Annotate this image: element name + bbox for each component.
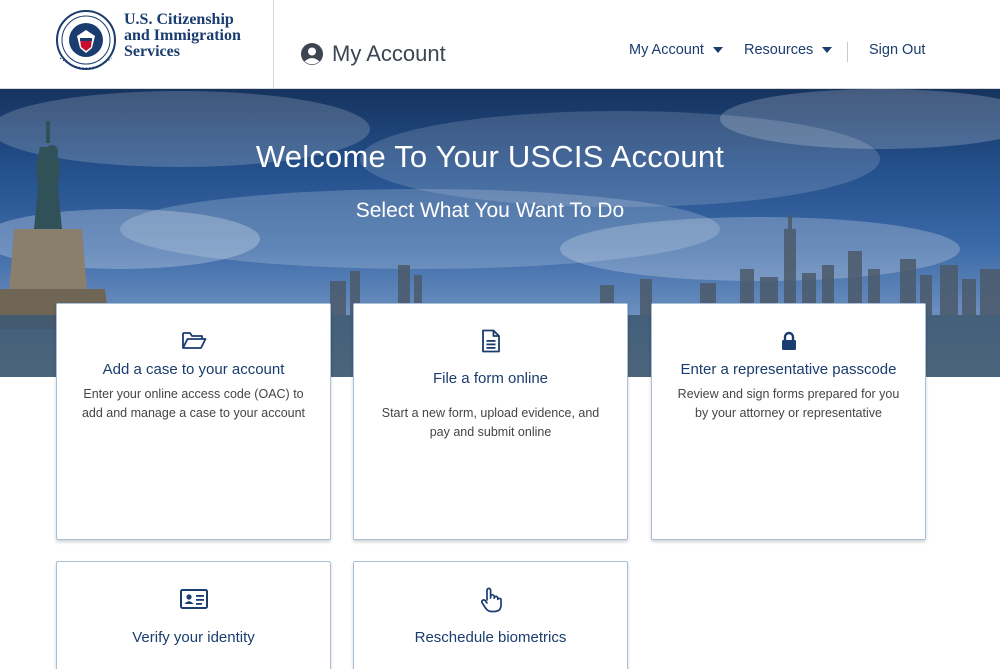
agency-name-line1: U.S. Citizenship: [124, 11, 234, 28]
card-title: Add a case to your account: [102, 361, 285, 378]
card-description: Enter your online access code (OAC) to a…: [81, 387, 306, 420]
document-icon: [481, 329, 500, 353]
dhs-seal-icon: [56, 10, 116, 70]
card-representative-passcode[interactable]: Enter a representative passcode Review a…: [651, 303, 926, 540]
nav-sign-out-label: Sign Out: [869, 42, 926, 58]
nav-resources[interactable]: Resources: [744, 42, 833, 58]
id-card-icon: [179, 589, 208, 609]
card-reschedule-biometrics[interactable]: Reschedule biometrics: [353, 561, 628, 669]
nav-resources-label: Resources: [744, 42, 814, 58]
card-description: Start a new form, upload evidence, and p…: [381, 406, 600, 439]
uscis-brand[interactable]: U.S. Citizenship and Immigration Service…: [0, 0, 274, 89]
card-title: Enter a representative passcode: [680, 361, 897, 378]
hero-title: Welcome To Your USCIS Account: [255, 139, 725, 174]
card-add-case[interactable]: Add a case to your account Enter your on…: [56, 303, 331, 540]
folder-open-icon: [181, 332, 206, 349]
nav-sign-out[interactable]: Sign Out: [869, 42, 925, 58]
card-file-form[interactable]: File a form online Start a new form, upl…: [353, 303, 628, 540]
caret-down-icon: [712, 47, 723, 53]
card-verify-identity[interactable]: Verify your identity: [56, 561, 331, 669]
lock-icon: [781, 331, 796, 350]
nav-my-account[interactable]: My Account: [629, 42, 723, 58]
card-description: Review and sign forms prepared for you b…: [677, 387, 900, 420]
hero-subtitle: Select What You Want To Do: [355, 199, 625, 222]
card-title: Verify your identity: [132, 629, 255, 646]
agency-name-line2: and Immigration: [124, 27, 241, 44]
nav-divider: [847, 42, 848, 62]
user-avatar-icon: [301, 43, 323, 65]
agency-name: U.S. Citizenship and Immigration Service…: [124, 12, 241, 60]
caret-down-icon: [822, 47, 833, 53]
pointer-hand-icon: [480, 587, 502, 613]
site-header: U.S. Citizenship and Immigration Service…: [0, 0, 1000, 89]
page-title: My Account: [332, 41, 446, 66]
agency-name-line3: Services: [124, 43, 180, 60]
nav-my-account-label: My Account: [629, 42, 704, 58]
page-title-group: My Account: [300, 40, 446, 68]
card-title: File a form online: [432, 370, 549, 387]
card-title: Reschedule biometrics: [414, 629, 567, 646]
